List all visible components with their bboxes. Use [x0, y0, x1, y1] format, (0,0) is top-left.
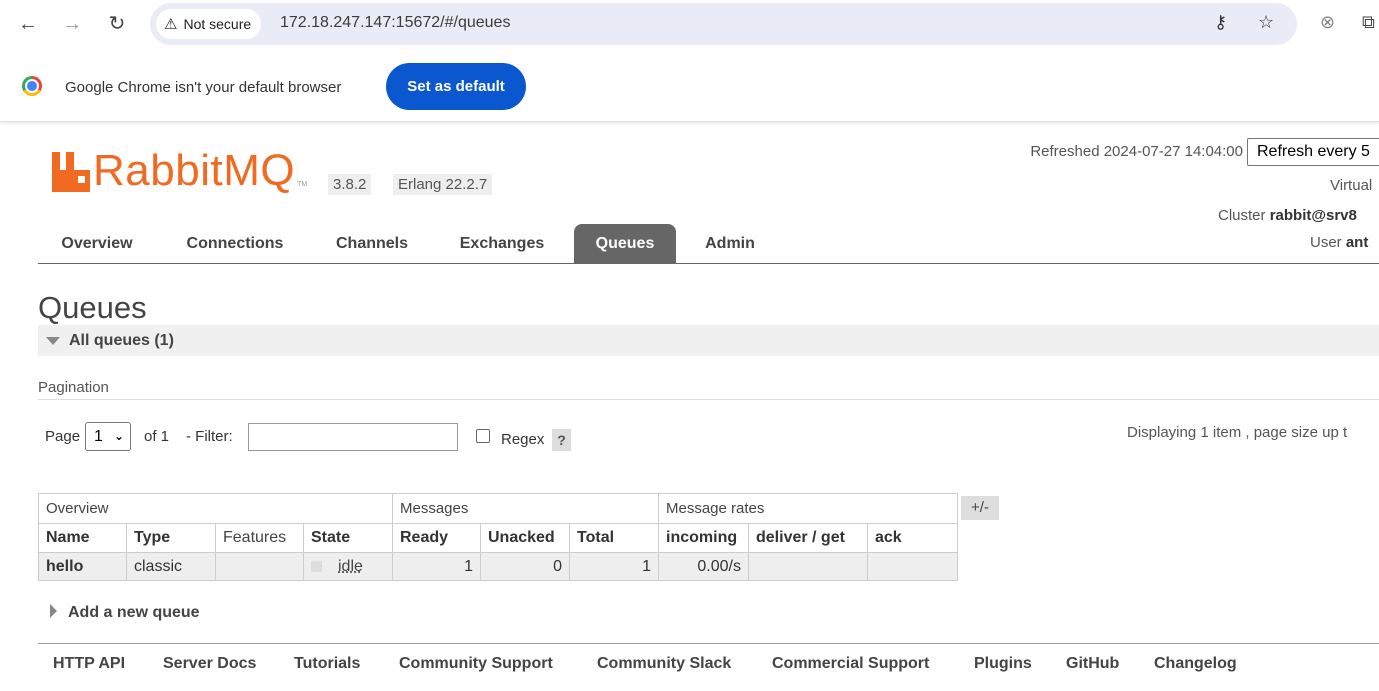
tab-connections[interactable]: Connections	[170, 224, 300, 263]
queue-unacked: 0	[480, 552, 570, 581]
footer-link-tutorials[interactable]: Tutorials	[294, 655, 360, 673]
tab-exchanges[interactable]: Exchanges	[442, 224, 562, 263]
default-browser-infobar: Google Chrome isn't your default browser…	[0, 50, 1379, 122]
page-count: of 1	[144, 428, 170, 445]
group-header-overview: Overview	[38, 493, 393, 524]
column-header-deliver-get[interactable]: deliver / get	[748, 523, 868, 553]
rabbitmq-logo[interactable]: RabbitMQ TM	[52, 146, 308, 195]
all-queues-section-toggle[interactable]: All queues (1)	[38, 325, 1379, 356]
column-header-features: Features	[215, 523, 304, 553]
displaying-summary: Displaying 1 item , page size up t	[1127, 424, 1348, 441]
footer-link-community-slack[interactable]: Community Slack	[597, 655, 731, 673]
pagination-label: Pagination	[38, 379, 109, 396]
rabbitmq-logo-icon	[52, 152, 90, 192]
browser-toolbar: ← → ↻ ⚠ Not secure 172.18.247.147:15672/…	[0, 0, 1379, 50]
warning-icon: ⚠	[164, 16, 178, 33]
refresh-interval-select[interactable]: Refresh every 5	[1247, 138, 1379, 166]
back-arrow-icon[interactable]: ←	[15, 11, 41, 37]
column-header-unacked[interactable]: Unacked	[480, 523, 570, 553]
tab-channels[interactable]: Channels	[320, 224, 424, 263]
column-header-incoming[interactable]: incoming	[658, 523, 749, 553]
expand-triangle-icon	[50, 604, 57, 618]
queue-state: idle	[303, 552, 393, 581]
cluster-value: rabbit@srv8	[1269, 207, 1357, 224]
forward-arrow-icon[interactable]: →	[59, 11, 85, 37]
queues-table: Overview Messages Message rates Name Typ…	[38, 493, 958, 581]
queue-total: 1	[569, 552, 659, 581]
queue-ready: 1	[392, 552, 481, 581]
chevron-down-icon: ⌄	[113, 429, 124, 443]
pagination-divider	[38, 399, 1379, 400]
footer-link-plugins[interactable]: Plugins	[974, 655, 1032, 673]
chrome-logo-icon	[22, 76, 42, 96]
filter-input[interactable]	[248, 423, 458, 451]
regex-checkbox[interactable]	[476, 429, 490, 443]
erlang-badge: Erlang 22.2.7	[393, 174, 493, 195]
footer-link-commercial-support[interactable]: Commercial Support	[772, 655, 929, 673]
column-header-ack[interactable]: ack	[867, 523, 958, 553]
tab-admin[interactable]: Admin	[690, 224, 770, 263]
filter-label: - Filter:	[186, 428, 233, 445]
column-header-ready[interactable]: Ready	[392, 523, 481, 553]
cluster-label: Cluster	[1218, 207, 1266, 224]
star-icon[interactable]: ☆	[1258, 12, 1274, 33]
set-as-default-button[interactable]: Set as default	[386, 63, 526, 110]
queue-incoming-rate: 0.00/s	[658, 552, 749, 581]
virtual-host-label: Virtual	[1330, 177, 1373, 194]
group-header-message-rates: Message rates	[658, 493, 958, 524]
reload-icon[interactable]: ↻	[104, 11, 130, 37]
extensions-icon[interactable]: ⧉	[1362, 12, 1375, 33]
section-label: All queues (1)	[69, 332, 174, 349]
column-toggle-button[interactable]: +/-	[961, 496, 999, 520]
tab-queues[interactable]: Queues	[574, 224, 676, 263]
main-nav-tabs: Overview Connections Channels Exchanges …	[38, 224, 1379, 264]
state-indicator-icon	[311, 560, 322, 572]
close-circle-icon[interactable]: ⊗	[1320, 12, 1335, 33]
group-header-messages: Messages	[392, 493, 659, 524]
security-label: Not secure	[183, 16, 252, 32]
cluster-info: Cluster rabbit@srv8	[1218, 207, 1357, 224]
logo-text: RabbitMQ	[93, 146, 296, 195]
refreshed-timestamp: Refreshed 2024-07-27 14:04:00	[1030, 143, 1243, 160]
key-icon[interactable]: ⚷	[1214, 12, 1227, 33]
queue-deliver-get-rate	[748, 552, 868, 581]
security-chip[interactable]: ⚠ Not secure	[156, 9, 262, 39]
queue-state-value: idle	[338, 557, 363, 575]
regex-help-button[interactable]: ?	[552, 429, 571, 451]
footer-link-server-docs[interactable]: Server Docs	[163, 655, 256, 673]
add-new-queue-toggle[interactable]: Add a new queue	[50, 604, 200, 622]
column-header-total[interactable]: Total	[569, 523, 659, 553]
queue-ack-rate	[867, 552, 958, 581]
add-queue-label: Add a new queue	[68, 604, 200, 621]
regex-label: Regex	[501, 431, 545, 448]
footer-link-github[interactable]: GitHub	[1066, 655, 1119, 673]
page-label: Page	[45, 428, 81, 445]
page-title: Queues	[38, 290, 147, 325]
tab-overview[interactable]: Overview	[38, 224, 156, 263]
address-bar[interactable]: ⚠ Not secure 172.18.247.147:15672/#/queu…	[150, 3, 1297, 45]
version-badge: 3.8.2	[328, 174, 372, 195]
logo-tm: TM	[297, 181, 308, 188]
table-row[interactable]: hello classic idle 1 0 1 0.00/s	[38, 552, 958, 581]
queue-type: classic	[126, 552, 216, 581]
collapse-triangle-icon	[46, 337, 60, 345]
footer-link-changelog[interactable]: Changelog	[1154, 655, 1237, 673]
footer-divider	[38, 643, 1379, 644]
page-select[interactable]: 1 ⌄	[85, 422, 131, 451]
column-header-name[interactable]: Name	[38, 523, 127, 553]
queue-name-link[interactable]: hello	[38, 552, 127, 581]
column-header-type[interactable]: Type	[126, 523, 216, 553]
infobar-text: Google Chrome isn't your default browser	[65, 79, 342, 96]
page-select-value: 1	[94, 428, 103, 445]
column-header-state[interactable]: State	[303, 523, 393, 553]
footer-link-community-support[interactable]: Community Support	[399, 655, 553, 673]
queue-features	[215, 552, 304, 581]
url-text[interactable]: 172.18.247.147:15672/#/queues	[280, 14, 510, 32]
footer-link-http-api[interactable]: HTTP API	[53, 655, 125, 673]
